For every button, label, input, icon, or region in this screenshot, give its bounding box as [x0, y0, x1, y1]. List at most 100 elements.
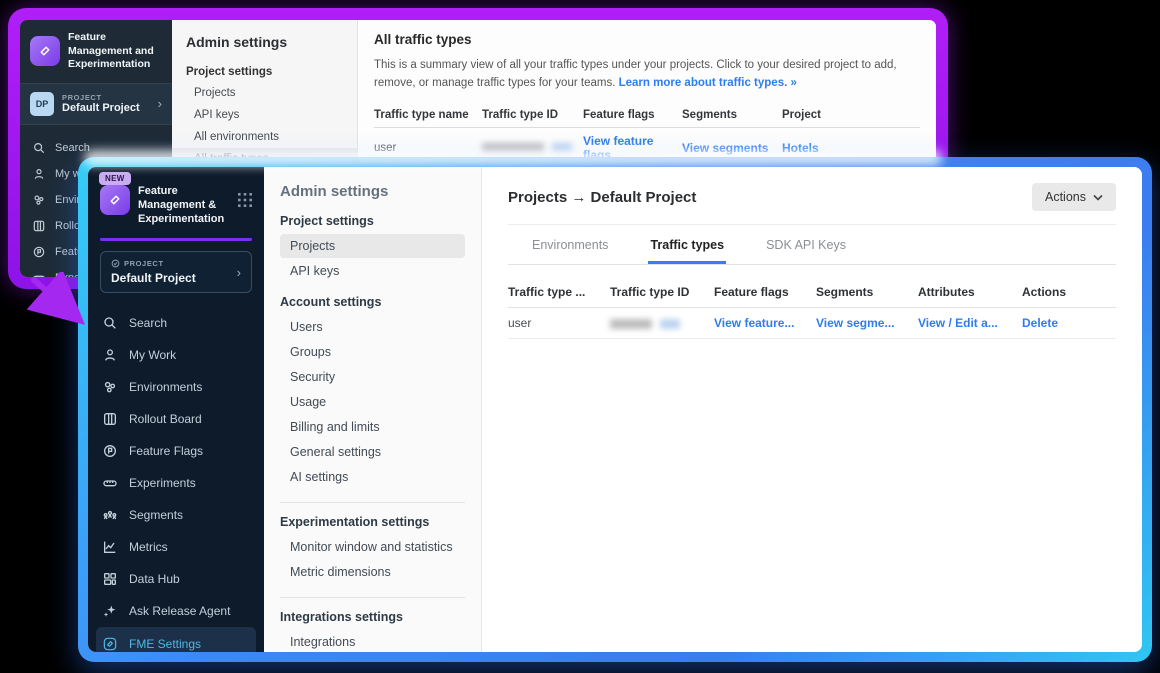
- col-traffic-type-name: Traffic type ...: [508, 277, 610, 308]
- nav-item-usage[interactable]: Usage: [280, 390, 465, 414]
- fme-settings-icon: [102, 636, 118, 652]
- view-feature-flags-link[interactable]: View feature...: [714, 316, 794, 330]
- nav-item-groups[interactable]: Groups: [280, 340, 465, 364]
- project-name: Default Project: [111, 271, 196, 285]
- fme-logo-icon: [100, 185, 130, 215]
- col-feature-flags: Feature flags: [583, 103, 682, 128]
- col-attributes: Attributes: [918, 277, 1022, 308]
- front-sidebar: NEW Feature Management & Experimentation…: [88, 167, 264, 652]
- annotation-arrow: [25, 272, 99, 336]
- learn-more-link[interactable]: Learn more about traffic types. »: [619, 77, 797, 89]
- back-admin-settings-title: Admin settings: [172, 32, 357, 62]
- nav-item-billing-and-limits[interactable]: Billing and limits: [280, 415, 465, 439]
- environments-icon: [102, 379, 118, 395]
- user-icon: [32, 167, 46, 181]
- nav-item-monitor-window[interactable]: Monitor window and statistics: [280, 535, 465, 559]
- nav-item-api-keys[interactable]: API keys: [280, 259, 465, 283]
- project-label: PROJECT: [62, 93, 140, 102]
- back-nav-item-api-keys[interactable]: API keys: [172, 104, 357, 126]
- sidebar-item-experiments[interactable]: Experiments: [88, 467, 264, 499]
- sidebar-item-fme-settings[interactable]: FME Settings: [96, 627, 256, 652]
- fme-logo-icon: [30, 36, 60, 66]
- front-traffic-types-table: Traffic type ... Traffic type ID Feature…: [508, 277, 1116, 339]
- chevron-right-icon: ›: [237, 266, 241, 279]
- front-admin-nav: Admin settings Project settings Projects…: [264, 167, 482, 652]
- tab-sdk-api-keys[interactable]: SDK API Keys: [764, 225, 848, 264]
- project-icon: [111, 259, 120, 268]
- sidebar-item-my-work[interactable]: My Work: [88, 339, 264, 371]
- col-segments: Segments: [816, 277, 918, 308]
- app-switcher-icon[interactable]: [238, 193, 252, 212]
- col-segments: Segments: [682, 103, 782, 128]
- col-traffic-type-name: Traffic type name: [374, 103, 482, 128]
- tab-environments[interactable]: Environments: [530, 225, 610, 264]
- col-actions: Actions: [1022, 277, 1116, 308]
- sidebar-item-ask-release-agent[interactable]: Ask Release Agent: [88, 595, 264, 627]
- rollout-board-icon: [102, 411, 118, 427]
- col-feature-flags: Feature flags: [714, 277, 816, 308]
- environments-icon: [32, 193, 46, 207]
- nav-item-metric-dimensions[interactable]: Metric dimensions: [280, 560, 465, 584]
- rollout-board-icon: [32, 219, 46, 233]
- back-nav-item-projects[interactable]: Projects: [172, 82, 357, 104]
- breadcrumb: Projects → Default Project: [508, 189, 696, 206]
- back-page-title: All traffic types: [374, 32, 920, 47]
- feature-flags-icon: [102, 443, 118, 459]
- segments-icon: [102, 507, 118, 523]
- chevron-right-icon: ›: [158, 97, 162, 110]
- col-project: Project: [782, 103, 920, 128]
- data-hub-icon: [102, 571, 118, 587]
- table-row: user View feature... View segme... View …: [508, 308, 1116, 339]
- front-app-title: Feature Management & Experimentation: [138, 185, 230, 226]
- metrics-icon: [102, 539, 118, 555]
- sidebar-item-data-hub[interactable]: Data Hub: [88, 563, 264, 595]
- sidebar-item-environments[interactable]: Environments: [88, 371, 264, 403]
- nav-item-integrations[interactable]: Integrations: [280, 630, 465, 652]
- feature-flags-icon: [32, 245, 46, 259]
- search-icon: [102, 315, 118, 331]
- tab-bar: Environments Traffic types SDK API Keys: [530, 225, 1116, 264]
- project-name: Default Project: [62, 102, 140, 114]
- project-link[interactable]: Hotels: [782, 141, 819, 155]
- view-segments-link[interactable]: View segme...: [816, 316, 895, 330]
- section-integrations-settings: Integrations settings: [280, 610, 465, 624]
- delete-link[interactable]: Delete: [1022, 316, 1058, 330]
- sidebar-item-rollout-board[interactable]: Rollout Board: [88, 403, 264, 435]
- back-app-header: Feature Management and Experimentation: [20, 20, 172, 83]
- user-icon: [102, 347, 118, 363]
- section-experimentation-settings: Experimentation settings: [280, 515, 465, 529]
- sidebar-item-search[interactable]: Search: [88, 307, 264, 339]
- front-admin-settings-title: Admin settings: [280, 183, 465, 200]
- section-account-settings: Account settings: [280, 295, 465, 309]
- nav-item-projects[interactable]: Projects: [280, 234, 465, 258]
- actions-button[interactable]: Actions: [1032, 183, 1116, 211]
- section-project-settings: Project settings: [280, 214, 465, 228]
- back-app-title: Feature Management and Experimentation: [68, 31, 162, 72]
- divider: [280, 597, 465, 598]
- divider: [280, 502, 465, 503]
- nav-item-ai-settings[interactable]: AI settings: [280, 465, 465, 489]
- sparkles-icon: [102, 603, 118, 619]
- col-traffic-type-id: Traffic type ID: [610, 277, 714, 308]
- back-nav-item-all-environments[interactable]: All environments: [172, 126, 357, 148]
- experiments-icon: [102, 475, 118, 491]
- sidebar-item-feature-flags[interactable]: Feature Flags: [88, 435, 264, 467]
- view-edit-attributes-link[interactable]: View / Edit a...: [918, 316, 998, 330]
- divider: [508, 264, 1116, 265]
- sidebar-item-segments[interactable]: Segments: [88, 499, 264, 531]
- front-main-content: Projects → Default Project Actions Envir…: [482, 167, 1142, 652]
- search-icon: [32, 141, 46, 155]
- nav-item-users[interactable]: Users: [280, 315, 465, 339]
- back-project-switcher[interactable]: DP PROJECT Default Project ›: [20, 83, 172, 125]
- nav-item-general-settings[interactable]: General settings: [280, 440, 465, 464]
- back-section-project-settings: Project settings: [172, 62, 357, 82]
- sidebar-item-metrics[interactable]: Metrics: [88, 531, 264, 563]
- tab-traffic-types[interactable]: Traffic types: [648, 225, 726, 264]
- front-project-switcher[interactable]: PROJECT Default Project ›: [100, 251, 252, 293]
- brand-divider: [100, 238, 252, 241]
- view-segments-link[interactable]: View segments: [682, 141, 768, 155]
- front-window: NEW Feature Management & Experimentation…: [78, 157, 1152, 662]
- nav-item-security[interactable]: Security: [280, 365, 465, 389]
- redacted-id: [610, 308, 714, 339]
- project-avatar: DP: [30, 92, 54, 116]
